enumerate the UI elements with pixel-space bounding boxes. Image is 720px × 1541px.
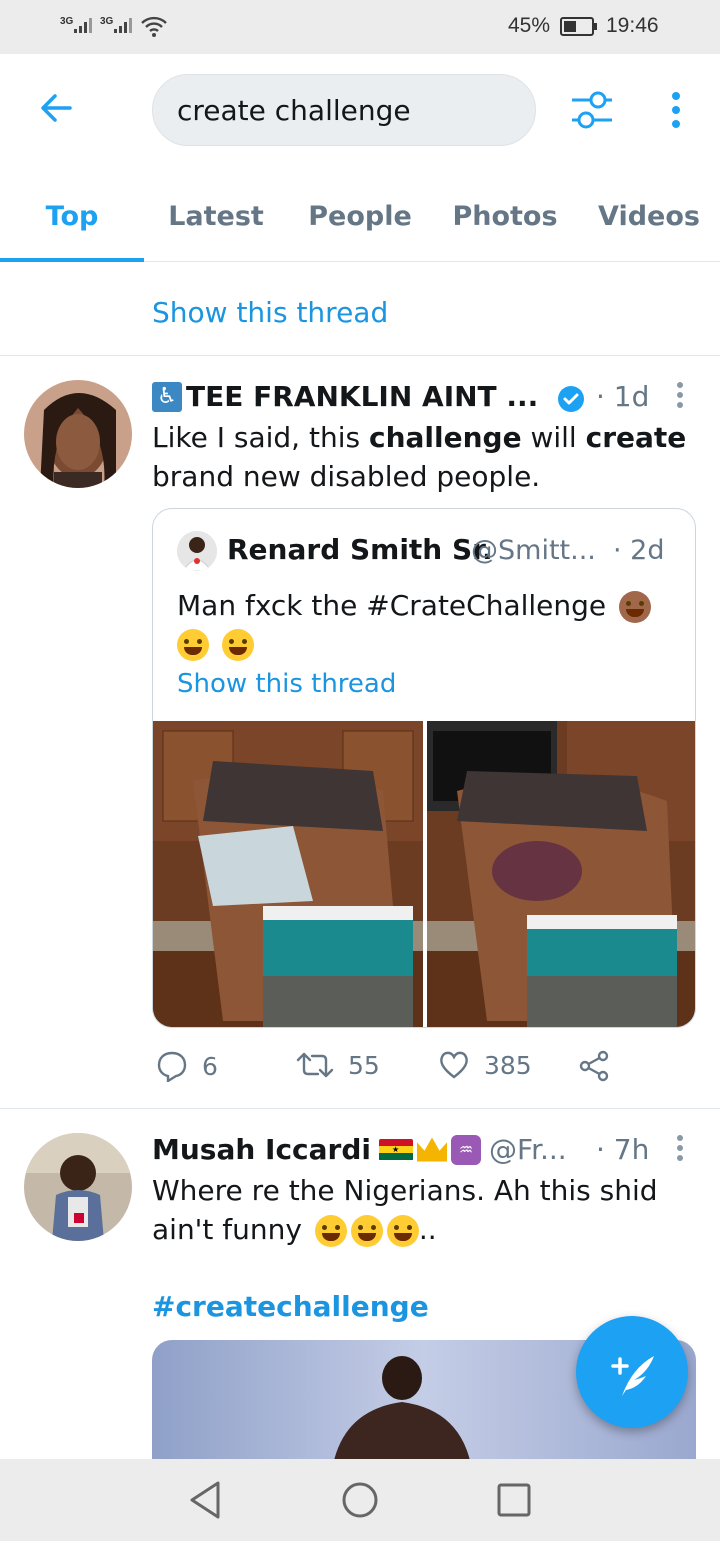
- joy-emoji-icon: [350, 1215, 383, 1247]
- search-input[interactable]: create challenge: [152, 74, 536, 146]
- tweet-text: Where re the Nigerians. Ah this shid ain…: [152, 1174, 658, 1247]
- reply-button[interactable]: 6: [156, 1050, 218, 1082]
- reply-count: 6: [202, 1051, 218, 1081]
- tab-people[interactable]: People: [288, 170, 432, 262]
- quote-author-handle: @Smitt...: [471, 535, 596, 566]
- nav-recents-icon[interactable]: [494, 1479, 534, 1521]
- retweet-count: 55: [348, 1050, 380, 1080]
- more-vertical-icon[interactable]: [662, 90, 690, 130]
- signal-bars-1-icon: [74, 18, 92, 33]
- signal-bars-2-icon: [114, 18, 132, 33]
- tweet-time: · 1d: [596, 380, 650, 413]
- clock: 19:46: [606, 14, 659, 37]
- share-icon: [579, 1050, 609, 1082]
- share-button[interactable]: [578, 1050, 610, 1082]
- tweet-menu-icon[interactable]: [670, 1133, 690, 1163]
- active-tab-indicator: [0, 258, 144, 262]
- filter-icon[interactable]: [568, 88, 616, 132]
- search-tabs: Top Latest People Photos Videos: [0, 170, 720, 262]
- tab-latest[interactable]: Latest: [144, 170, 288, 262]
- photo-1[interactable]: [153, 721, 423, 1027]
- search-header: create challenge: [0, 54, 720, 170]
- quote-show-thread-link[interactable]: Show this thread: [177, 669, 396, 699]
- avatar[interactable]: [24, 380, 132, 488]
- aquarius-icon: ♒: [451, 1134, 481, 1165]
- avatar[interactable]: [24, 1133, 132, 1241]
- crown-icon: [417, 1137, 447, 1162]
- like-icon: [440, 1051, 468, 1079]
- signal-type-1: 3G: [60, 16, 74, 27]
- tab-top[interactable]: Top: [0, 170, 144, 262]
- compose-tweet-button[interactable]: [576, 1316, 688, 1428]
- nav-home-icon[interactable]: [340, 1479, 380, 1521]
- photo-2[interactable]: [427, 721, 695, 1027]
- signal-type-2: 3G: [100, 16, 114, 27]
- compose-tweet-icon: [611, 1356, 654, 1396]
- wheelchair-icon: ♿: [152, 381, 182, 412]
- tweet-actions: 6 55 385: [152, 1050, 672, 1090]
- facepalm-emoji-icon: [619, 591, 652, 623]
- back-arrow-icon[interactable]: [36, 88, 76, 128]
- search-query: create challenge: [177, 93, 411, 127]
- ghana-flag-icon: ★: [379, 1138, 413, 1161]
- divider: [0, 1108, 720, 1109]
- quote-avatar: [177, 531, 217, 571]
- retweet-icon: [296, 1052, 334, 1078]
- quote-time: · 2d: [613, 535, 665, 566]
- author-name: Musah Iccardi: [152, 1133, 371, 1166]
- tweet-text: Like I said, this challenge will create b…: [152, 421, 687, 493]
- divider: [0, 355, 720, 356]
- tab-photos[interactable]: Photos: [432, 170, 578, 262]
- status-bar: 3G 3G 45% 19:46: [0, 0, 720, 54]
- wifi-icon: [141, 16, 167, 37]
- tab-videos[interactable]: Videos: [578, 170, 720, 262]
- hashtag-link[interactable]: #createchallenge: [152, 1290, 429, 1323]
- quote-author-name: Renard Smith Sr.: [227, 533, 493, 566]
- grin-emoji-icon: [314, 1215, 347, 1247]
- tweet-menu-icon[interactable]: [670, 380, 690, 410]
- bandage-face-emoji-icon: [177, 629, 209, 661]
- sweat-smile-emoji-icon: [221, 629, 254, 661]
- nav-back-icon[interactable]: [186, 1479, 226, 1521]
- quote-text: Man fxck the #CrateChallenge: [177, 587, 657, 663]
- quoted-tweet[interactable]: Renard Smith Sr. @Smitt... · 2d Man fxck…: [152, 508, 696, 1028]
- retweet-button[interactable]: 55: [296, 1050, 380, 1080]
- verified-icon: [558, 386, 584, 412]
- like-count: 385: [484, 1050, 532, 1080]
- battery-percent: 45%: [508, 14, 551, 37]
- show-thread-link[interactable]: Show this thread: [152, 296, 388, 329]
- battery-icon: [560, 17, 597, 36]
- like-button[interactable]: 385: [438, 1050, 532, 1080]
- author-handle: @Fr...: [489, 1133, 567, 1166]
- joy-emoji-icon: [386, 1215, 419, 1247]
- reply-icon: [157, 1051, 187, 1082]
- android-nav-bar: [0, 1459, 720, 1541]
- tweet-author[interactable]: Musah Iccardi ★ ♒ @Fr...: [152, 1133, 567, 1166]
- author-name: TEE FRANKLIN AINT ...: [186, 380, 539, 413]
- tweet-time: · 7h: [596, 1133, 650, 1166]
- tweet-author[interactable]: ♿ TEE FRANKLIN AINT ...: [152, 380, 538, 413]
